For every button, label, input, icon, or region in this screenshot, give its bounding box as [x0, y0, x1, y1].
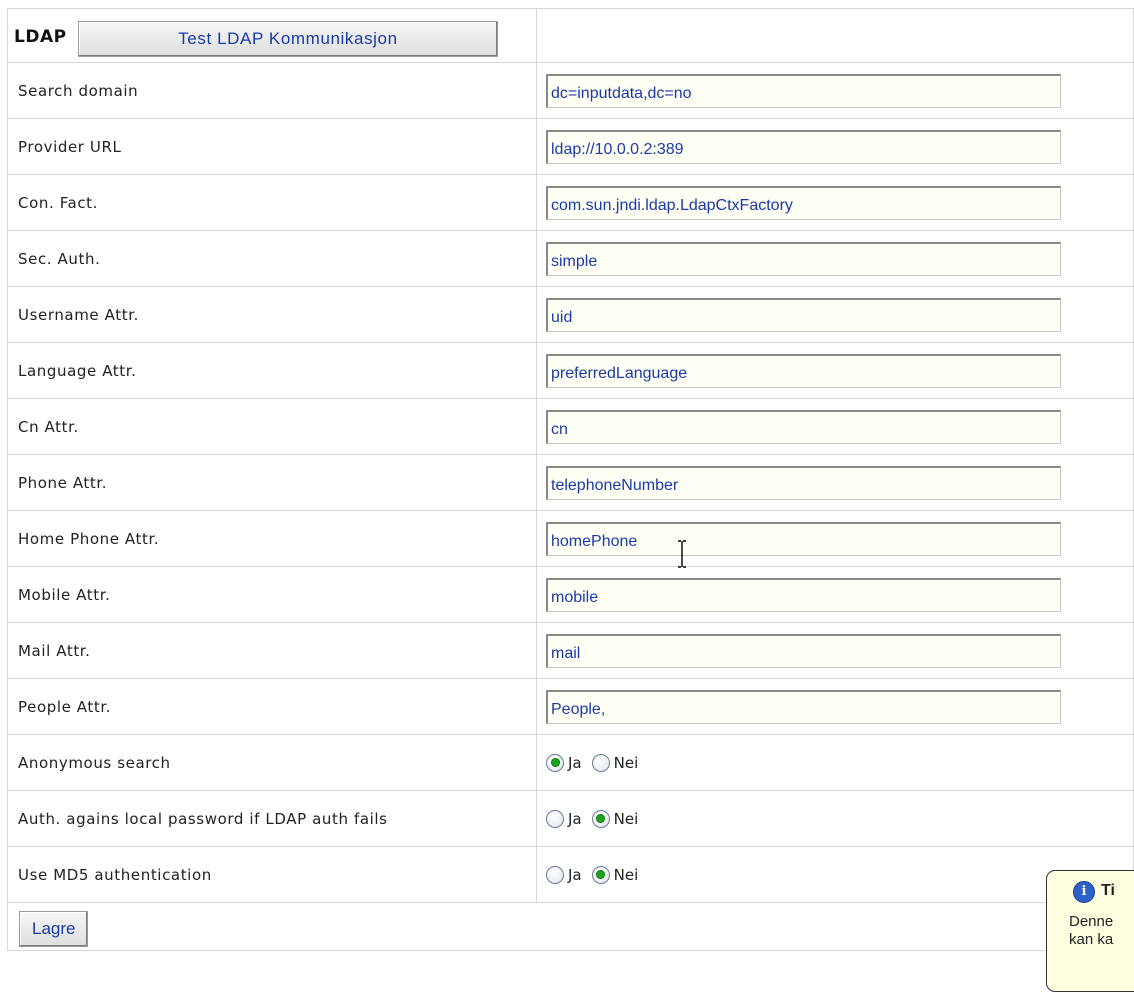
radio-yes[interactable]: Ja: [546, 809, 582, 828]
field-label: Sec. Auth.: [7, 230, 537, 287]
radio-no[interactable]: Nei: [591, 809, 639, 828]
field-row: People Attr.: [7, 678, 1134, 735]
info-tooltip: i Ti Denne kan ka: [1046, 870, 1134, 992]
option-row: Auth. agains local password if LDAP auth…: [7, 790, 1134, 847]
field-label: Language Attr.: [7, 342, 537, 399]
tooltip-title: Ti: [1101, 882, 1115, 899]
option-row: Use MD5 authentication Ja Nei: [7, 846, 1134, 903]
field-row: Mail Attr.: [7, 622, 1134, 679]
ldap-settings-table: LDAP Test LDAP Kommunikasjon Search doma…: [7, 8, 1134, 951]
radio-no[interactable]: Nei: [591, 865, 639, 884]
field-input[interactable]: [546, 633, 1061, 668]
field-label: Search domain: [7, 62, 537, 119]
option-label: Anonymous search: [7, 734, 537, 791]
radio-circle-icon[interactable]: [546, 753, 564, 772]
field-row: Phone Attr.: [7, 454, 1134, 511]
header-row: LDAP Test LDAP Kommunikasjon: [7, 8, 1134, 63]
field-input[interactable]: [546, 185, 1061, 220]
radio-circle-icon[interactable]: [546, 809, 564, 828]
radio-yes[interactable]: Ja: [546, 753, 582, 772]
info-icon: i: [1073, 881, 1095, 903]
field-input[interactable]: [546, 297, 1061, 332]
field-row: Sec. Auth.: [7, 230, 1134, 287]
field-label: Mobile Attr.: [7, 566, 537, 623]
field-input[interactable]: [546, 353, 1061, 388]
radio-yes[interactable]: Ja: [546, 865, 582, 884]
field-label: Phone Attr.: [7, 454, 537, 511]
radio-no-label: Nei: [613, 809, 639, 828]
field-input[interactable]: [546, 577, 1061, 612]
field-row: Username Attr.: [7, 286, 1134, 343]
field-label: Mail Attr.: [7, 622, 537, 679]
tooltip-body: Denne kan ka: [1069, 913, 1113, 949]
field-label: Provider URL: [7, 118, 537, 175]
field-input[interactable]: [546, 689, 1061, 724]
test-ldap-button[interactable]: Test LDAP Kommunikasjon: [77, 20, 498, 57]
save-button[interactable]: Lagre: [19, 910, 89, 947]
field-label: Cn Attr.: [7, 398, 537, 455]
footer-row: Lagre: [7, 902, 1134, 951]
radio-circle-icon[interactable]: [591, 809, 610, 828]
radio-yes-label: Ja: [568, 809, 582, 828]
radio-yes-label: Ja: [568, 865, 582, 884]
field-label: Home Phone Attr.: [7, 510, 537, 567]
field-input[interactable]: [546, 129, 1061, 164]
radio-circle-icon[interactable]: [546, 865, 564, 884]
field-label: Con. Fact.: [7, 174, 537, 231]
field-row: Provider URL: [7, 118, 1134, 175]
radio-yes-label: Ja: [568, 753, 582, 772]
radio-circle-icon[interactable]: [591, 865, 610, 884]
field-row: Search domain: [7, 62, 1134, 119]
radio-no[interactable]: Nei: [591, 753, 639, 772]
field-input[interactable]: [546, 241, 1061, 276]
field-input[interactable]: [546, 409, 1061, 444]
field-input[interactable]: [546, 521, 1061, 556]
radio-no-label: Nei: [613, 865, 639, 884]
radio-group: Ja Nei: [546, 809, 1133, 828]
option-label: Auth. agains local password if LDAP auth…: [7, 790, 537, 847]
text-cursor-icon: [678, 540, 686, 568]
tooltip-body-line: kan ka: [1069, 931, 1114, 948]
radio-no-label: Nei: [613, 753, 639, 772]
field-row: Home Phone Attr.: [7, 510, 1134, 567]
field-row: Cn Attr.: [7, 398, 1134, 455]
ldap-settings-panel: LDAP Test LDAP Kommunikasjon Search doma…: [7, 8, 1134, 972]
option-label: Use MD5 authentication: [7, 846, 537, 903]
field-row: Language Attr.: [7, 342, 1134, 399]
field-label: People Attr.: [7, 678, 537, 735]
field-row: Con. Fact.: [7, 174, 1134, 231]
section-title: LDAP: [14, 26, 67, 47]
radio-group: Ja Nei: [546, 865, 1133, 884]
radio-circle-icon[interactable]: [591, 753, 610, 772]
field-input[interactable]: [546, 465, 1061, 500]
radio-group: Ja Nei: [546, 753, 1133, 772]
option-row: Anonymous search Ja Nei: [7, 734, 1134, 791]
field-row: Mobile Attr.: [7, 566, 1134, 623]
field-input[interactable]: [546, 73, 1061, 108]
tooltip-body-line: Denne: [1069, 913, 1114, 930]
field-label: Username Attr.: [7, 286, 537, 343]
